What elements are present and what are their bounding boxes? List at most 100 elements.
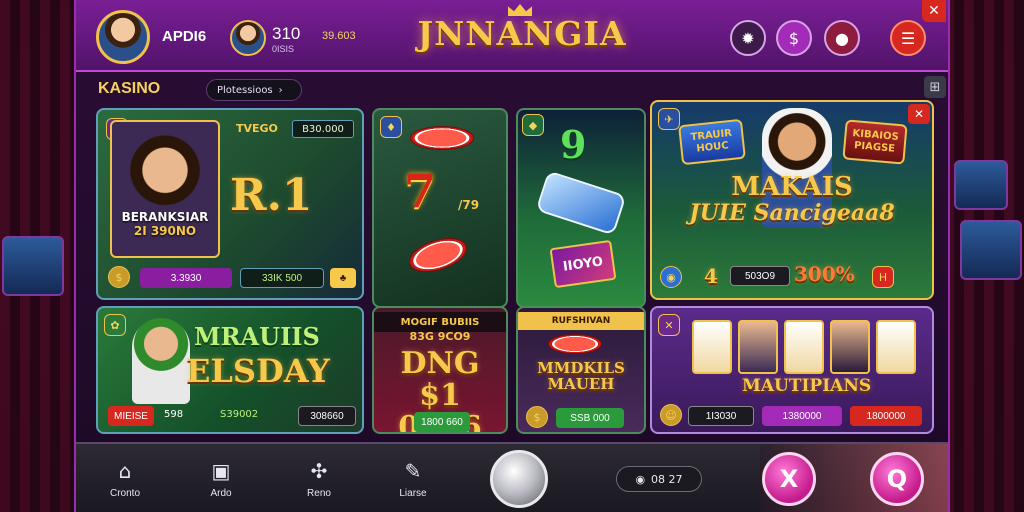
game-tile: IIOYO <box>549 239 617 289</box>
card-title: MRAUIIS <box>194 322 320 351</box>
shop-button[interactable]: $ <box>776 20 812 56</box>
nav-item-rewards[interactable]: ▣ Ardo <box>186 458 256 499</box>
slot-reel <box>876 320 916 374</box>
poker-chip-icon <box>410 126 474 150</box>
stake-label: 598 <box>164 409 184 420</box>
coin-balance-header: 39.603 <box>322 30 356 42</box>
app-window: APDI6 310 0ISIS 39.603 JNNANGIA ✹ $ ● ☰ … <box>74 0 950 512</box>
game-card-5[interactable]: ✿ MRAUIIS ELSDAY MIEISE 598 S39002 30866… <box>96 306 364 434</box>
close-button[interactable]: ✕ <box>922 0 946 22</box>
card-title: MAUTIPIANS <box>742 376 872 396</box>
win-pill: 308660 <box>298 406 356 426</box>
game-chip-icon: ✿ <box>104 314 126 336</box>
play-pill[interactable]: SSB 000 <box>556 408 624 428</box>
filter-label: Plotessioos <box>217 84 273 96</box>
bonus-icon[interactable]: H <box>872 266 894 288</box>
slot-reel <box>830 320 870 374</box>
dealer-name-line1: BERANKSIAR <box>121 210 209 224</box>
settings-button[interactable]: ✹ <box>730 20 766 56</box>
nav-item-home[interactable]: ⌂ Cronto <box>90 458 160 499</box>
play-pill[interactable]: 1800000 <box>850 406 922 426</box>
game-card-6[interactable]: MOGIF BUBIIS 83G 9CO9 DNG $1 0306 1800 6… <box>372 306 508 434</box>
slot-machine-right <box>960 220 1022 280</box>
play-pill[interactable]: 1800 660 <box>414 412 470 432</box>
bottom-nav: ⌂ Cronto ▣ Ardo ✣ Reno ✎ Liarse ◉ 08 27 … <box>76 442 948 512</box>
card-number: 9 <box>560 122 587 167</box>
featured-subtitle: JUIE Sancigeaa8 <box>689 200 895 226</box>
card-title: R.1 <box>230 170 313 221</box>
dollar-icon: $ <box>788 28 800 48</box>
slot-machine-right-top <box>954 160 1008 210</box>
featured-stat-level: 4 <box>704 264 718 288</box>
clover-icon: ♣ <box>339 272 347 284</box>
top-header: APDI6 310 0ISIS 39.603 JNNANGIA ✹ $ ● ☰ … <box>76 0 948 72</box>
slot-machine-left <box>2 236 64 296</box>
game-chip-icon: ✕ <box>658 314 680 336</box>
games-button[interactable]: ● <box>824 20 860 56</box>
win-pill: 1380000 <box>762 406 842 426</box>
player-avatar[interactable] <box>96 10 150 64</box>
game-chip-icon: ♦ <box>380 116 402 138</box>
player-name: APDI6 <box>162 28 207 45</box>
filter-dropdown[interactable]: Plotessioos › <box>206 79 302 101</box>
poker-chip-icon <box>404 231 472 279</box>
nav-label: Liarse <box>399 488 427 499</box>
menu-button[interactable]: ☰ <box>890 20 926 56</box>
featured-game-card[interactable]: ✈ TRAUIR HOUC KIBAIOS PIAGSE MAKAIS JUIE… <box>650 100 934 300</box>
section-title: KASINO <box>98 80 161 97</box>
slot-reel <box>738 320 778 374</box>
jackpot-label: S39002 <box>220 409 259 420</box>
game-card-7[interactable]: RUFSHIVAN MMDKILS MAUEH $ SSB 000 <box>516 306 646 434</box>
trophy-icon: ▣ <box>211 459 231 483</box>
win-pill: 33IK 500 <box>240 268 324 288</box>
character-portrait <box>132 318 190 404</box>
app-logo: JNNANGIA <box>417 14 627 53</box>
game-chip-icon: ✈ <box>658 108 680 130</box>
bet-pill[interactable]: 3.3930 <box>140 268 232 288</box>
seven-sub-label: /79 <box>458 198 480 212</box>
layout-toggle-button[interactable]: ⊞ <box>924 76 946 98</box>
friend-avatar[interactable] <box>230 20 266 56</box>
friend-sub-label: 0ISIS <box>272 44 295 54</box>
search-action-button[interactable]: Q <box>870 452 924 506</box>
game-card-1[interactable]: ✦ BERANKSIAR 2I 390NO TVEGO B30.000 R.1 … <box>96 108 364 300</box>
card-subheader: 83G 9CO9 <box>409 330 471 343</box>
play-button[interactable]: ♣ <box>330 268 356 288</box>
promo-badge-left: TRAUIR HOUC <box>678 118 746 166</box>
slot-reel <box>784 320 824 374</box>
card-header: MOGIF BUBIIS <box>374 312 506 332</box>
card-title-line1: MMDKILS <box>537 359 625 377</box>
game-card-2[interactable]: ♦ 7 /79 <box>372 108 508 308</box>
menu-icon: ☰ <box>900 28 916 48</box>
friend-score: 310 <box>272 24 301 43</box>
coin-balance-pill: ◉ 08 27 <box>616 466 702 492</box>
coin-icon: $ <box>526 406 548 428</box>
ball-icon: ● <box>835 28 849 48</box>
bet-pill: 1I3030 <box>688 406 754 426</box>
dismiss-featured-button[interactable]: ✕ <box>908 104 930 124</box>
avatar-icon: ☺ <box>660 404 682 426</box>
card-title: MMDKILS MAUEH <box>518 360 644 392</box>
gear-icon: ✹ <box>741 28 755 48</box>
nav-item-gifts[interactable]: ✣ Reno <box>284 458 354 499</box>
game-card-8[interactable]: ✕ MAUTIPIANS ☺ 1I3030 1380000 1800000 <box>650 306 934 434</box>
shield-icon <box>535 170 627 236</box>
cancel-action-button[interactable]: X <box>762 452 816 506</box>
nav-label: Cronto <box>109 488 140 499</box>
card-title-line2: MAUEH <box>547 375 615 393</box>
casino-lobby-screen: APDI6 310 0ISIS 39.603 JNNANGIA ✹ $ ● ☰ … <box>0 0 1024 512</box>
nav-label: Reno <box>307 488 331 499</box>
chat-icon: ✎ <box>404 459 422 483</box>
dealer-name-line2: 2I 390NO <box>133 224 197 238</box>
poker-chip-icon <box>548 334 602 354</box>
tag-pill[interactable]: MIEISE <box>108 406 154 426</box>
spin-button[interactable] <box>490 450 548 508</box>
grid-icon: ⊞ <box>929 79 941 95</box>
featured-bonus-percent: 300% <box>794 262 855 286</box>
jackpot-line1: DNG <box>400 346 480 381</box>
game-card-3[interactable]: ◆ 9 IIOYO <box>516 108 646 308</box>
nav-item-chat[interactable]: ✎ Liarse <box>378 458 448 499</box>
coin-icon: ◉ <box>635 472 646 486</box>
gift-icon: ✣ <box>310 459 328 483</box>
home-icon: ⌂ <box>118 459 132 483</box>
